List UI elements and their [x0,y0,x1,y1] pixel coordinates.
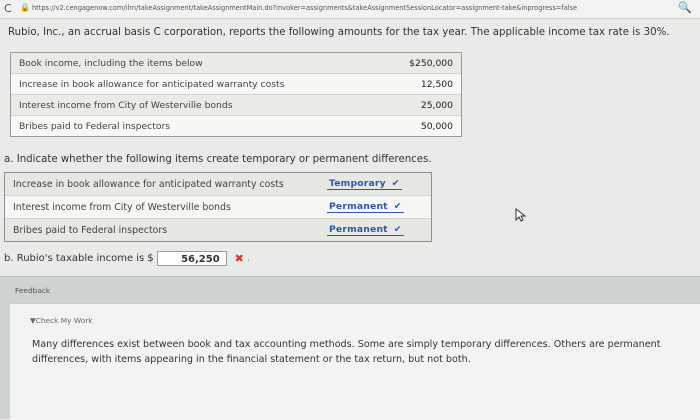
mouse-cursor-icon [515,207,527,225]
answer-text: Permanent [329,201,388,212]
amount-label: Increase in book allowance for anticipat… [19,78,285,90]
item-label: Increase in book allowance for anticipat… [13,178,284,190]
part-b-row: b. Rubio's taxable income is $ 56,250 ✖ … [4,251,250,266]
answer-dropdown[interactable]: Permanent ✔ [327,224,404,236]
part-a-prompt: a. Indicate whether the following items … [4,154,432,165]
reload-icon[interactable]: C [4,2,12,15]
amount-value: 25,000 [420,99,453,111]
table-row: Interest income from City of Westerville… [11,95,461,116]
part-b-prompt: b. Rubio's taxable income is [4,253,145,264]
table-row: Interest income from City of Westerville… [5,196,431,219]
table-row: Increase in book allowance for anticipat… [5,173,431,196]
amount-value: 50,000 [420,120,453,132]
incorrect-icon: ✖ [234,252,244,265]
answer-text: Permanent [329,224,388,235]
classification-table: Increase in book allowance for anticipat… [4,172,432,242]
problem-intro: Rubio, Inc., an accrual basis C corporat… [8,27,670,38]
answer-dropdown[interactable]: Permanent ✔ [327,201,404,213]
currency-symbol: $ [147,253,154,264]
amount-label: Interest income from City of Westerville… [19,99,233,111]
browser-address-bar[interactable]: C 🔒 https://v2.cengagenow.com/ilrn/takeA… [0,0,700,19]
table-row: Increase in book allowance for anticipat… [11,74,461,95]
table-row: Bribes paid to Federal inspectors 50,000 [11,116,461,136]
feedback-section: Feedback ▼Check My Work Many differences… [0,276,700,420]
item-label: Interest income from City of Westerville… [13,201,231,213]
zoom-icon[interactable]: 🔍 [678,1,692,14]
amount-label: Bribes paid to Federal inspectors [19,120,171,132]
url-text[interactable]: https://v2.cengagenow.com/ilrn/takeAssig… [32,4,660,12]
answer-text: Temporary [329,178,386,189]
table-row: Bribes paid to Federal inspectors Perman… [5,219,431,241]
checkmark-icon: ✔ [393,224,402,235]
amount-value: $250,000 [409,57,453,69]
part-b-suffix: . [246,253,251,264]
amount-value: 12,500 [420,78,453,90]
lock-icon: 🔒 [20,3,30,12]
feedback-message: Many differences exist between book and … [32,339,661,365]
taxable-income-input[interactable]: 56,250 [156,251,227,266]
feedback-title: Feedback [15,286,51,295]
item-label: Bribes paid to Federal inspectors [13,224,168,236]
check-my-work-toggle[interactable]: ▼Check My Work [30,316,93,325]
checkmark-icon: ✔ [391,178,400,189]
feedback-panel: ▼Check My Work Many differences exist be… [10,303,700,420]
amounts-table: Book income, including the items below $… [10,52,462,137]
checkmark-icon: ✔ [393,201,402,212]
table-row: Book income, including the items below $… [11,53,461,74]
amount-label: Book income, including the items below [19,57,203,69]
answer-dropdown[interactable]: Temporary ✔ [327,178,402,190]
